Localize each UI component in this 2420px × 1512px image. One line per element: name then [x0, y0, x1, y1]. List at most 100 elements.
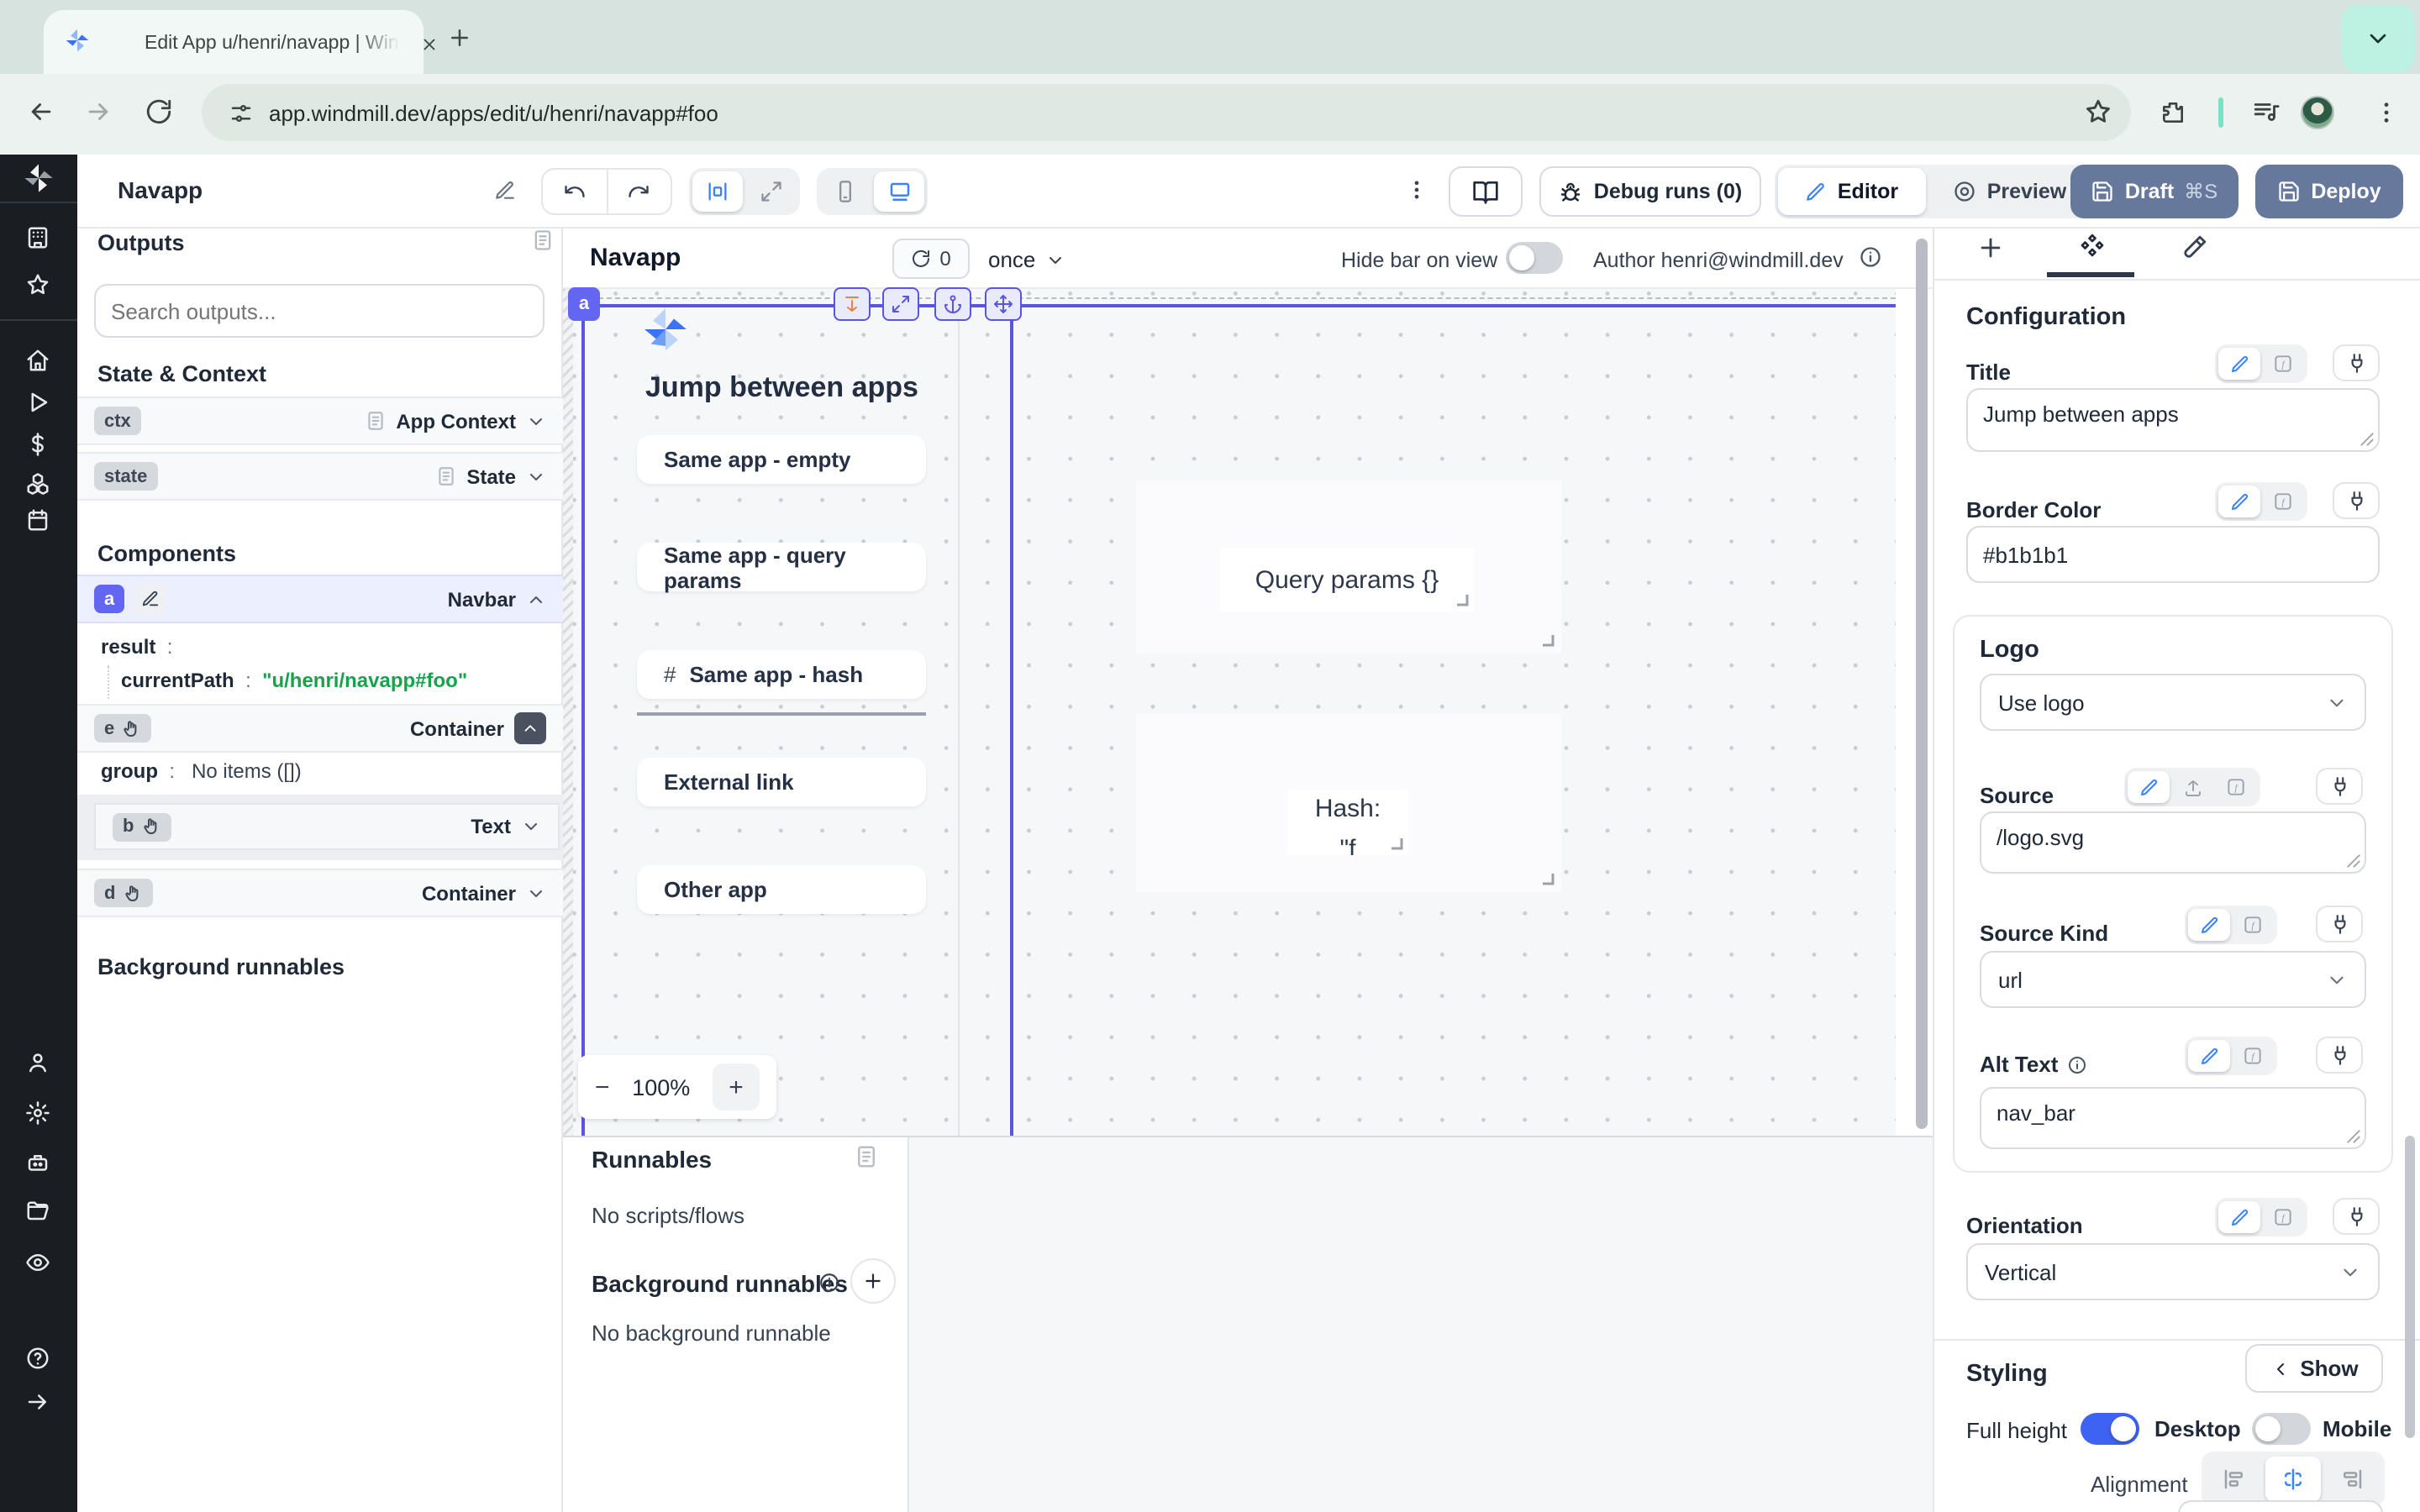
tab-preview[interactable]: Preview: [1929, 168, 2091, 215]
full-width-layout-toggle[interactable]: [746, 171, 797, 212]
tab-insert-plus-icon[interactable]: [1976, 234, 2005, 262]
mobile-preview-toggle[interactable]: [820, 171, 871, 212]
state-row[interactable]: state State: [77, 452, 563, 501]
styling-show-button[interactable]: Show: [2245, 1344, 2383, 1393]
align-center-icon[interactable]: [2265, 1457, 2321, 1502]
align-right-icon[interactable]: [2324, 1457, 2380, 1502]
collapse-chevron-up-icon[interactable]: [514, 712, 546, 744]
textarea-resize-icon[interactable]: [2346, 1129, 2361, 1144]
resize-corner-icon[interactable]: [1541, 872, 1555, 885]
chevron-down-icon[interactable]: [526, 466, 546, 486]
static-mode-pencil-icon[interactable]: [2218, 1201, 2260, 1233]
draft-button[interactable]: Draft ⌘S: [2070, 165, 2238, 218]
source-input[interactable]: /logo.svg: [1980, 811, 2366, 874]
hide-bar-toggle[interactable]: [1506, 242, 1563, 274]
resize-corner-icon[interactable]: [1390, 837, 1403, 850]
sidebar-item-variables[interactable]: [25, 432, 50, 457]
group-row[interactable]: group : No items ([]): [101, 759, 302, 783]
sidebar-item-workers[interactable]: [25, 1151, 50, 1176]
media-controls-icon[interactable]: [2252, 97, 2281, 126]
sidebar-item-help[interactable]: [25, 1346, 50, 1371]
canvas-resize-gutter[interactable]: [563, 289, 573, 1136]
sidebar-item-audit[interactable]: [25, 1250, 50, 1275]
result-key-row[interactable]: result :: [101, 635, 172, 659]
align-left-icon[interactable]: [2207, 1457, 2262, 1502]
expression-mode-fn-icon[interactable]: f: [2262, 348, 2304, 380]
resize-corner-icon[interactable]: [1455, 593, 1469, 606]
extensions-puzzle-icon[interactable]: [2160, 99, 2186, 126]
selection-right-rail[interactable]: [1010, 304, 1013, 1136]
use-logo-select[interactable]: Use logo: [1980, 674, 2366, 731]
sidebar-item-home[interactable]: [25, 348, 50, 373]
browser-tab[interactable]: Edit App u/henri/navapp | Win: [44, 10, 424, 74]
bookmark-star-icon[interactable]: [2084, 97, 2112, 126]
current-path-row[interactable]: currentPath : "u/henri/navapp#foo": [121, 669, 467, 692]
sidebar-item-runs[interactable]: [25, 390, 50, 415]
source-kind-connect-plug-icon[interactable]: [2316, 906, 2363, 942]
anchor-handle-icon[interactable]: [934, 287, 971, 321]
new-tab-button[interactable]: [447, 25, 472, 50]
component-row-container-d[interactable]: d Container: [77, 869, 563, 917]
browser-menu-kebab-icon[interactable]: [2373, 99, 2400, 126]
alt-text-input[interactable]: nav_bar: [1980, 1087, 2366, 1149]
static-mode-pencil-icon[interactable]: [2128, 771, 2170, 803]
resize-corner-icon[interactable]: [1541, 633, 1555, 647]
expression-mode-fn-icon[interactable]: f: [2262, 486, 2304, 517]
static-mode-pencil-icon[interactable]: [2188, 909, 2230, 941]
border-color-input[interactable]: [1966, 526, 2380, 583]
chevron-down-icon[interactable]: [526, 883, 546, 903]
expression-mode-fn-icon[interactable]: f: [2262, 1201, 2304, 1233]
expression-mode-fn-icon[interactable]: f: [2232, 909, 2274, 941]
zoom-out-button[interactable]: −: [595, 1073, 610, 1101]
orientation-select[interactable]: Vertical: [1966, 1243, 2380, 1300]
tab-styling-brush-icon[interactable]: [2180, 234, 2208, 262]
full-height-toggle[interactable]: [2081, 1413, 2139, 1445]
rename-pencil-icon[interactable]: [494, 180, 516, 202]
add-background-runnable-button[interactable]: [850, 1258, 896, 1304]
chevron-down-icon[interactable]: [526, 411, 546, 431]
deploy-button[interactable]: Deploy: [2255, 165, 2403, 218]
centered-layout-toggle[interactable]: [692, 171, 743, 212]
url-text[interactable]: app.windmill.dev/apps/edit/u/henri/navap…: [269, 101, 718, 126]
component-row-navbar[interactable]: a Navbar: [77, 575, 563, 623]
source-kind-select[interactable]: url: [1980, 951, 2366, 1008]
mobile-desktop-toggle[interactable]: [2252, 1413, 2311, 1445]
sidebar-item-users[interactable]: [25, 1050, 50, 1075]
textarea-resize-icon[interactable]: [2346, 853, 2361, 869]
component-row-container-e[interactable]: e Container: [77, 704, 563, 753]
static-mode-pencil-icon[interactable]: [2218, 486, 2260, 517]
info-icon[interactable]: [1859, 245, 1882, 269]
zoom-in-button[interactable]: +: [713, 1063, 760, 1110]
nav-button-external-link[interactable]: External link: [637, 758, 926, 806]
expression-mode-fn-icon[interactable]: f: [2232, 1040, 2274, 1072]
search-outputs-input[interactable]: [94, 284, 544, 338]
ctx-row[interactable]: ctx App Context: [77, 396, 563, 445]
redo-button[interactable]: [608, 170, 671, 213]
title-input[interactable]: Jump between apps: [1966, 388, 2380, 452]
info-icon[interactable]: [2066, 1054, 2086, 1074]
upload-icon[interactable]: [2171, 771, 2213, 803]
orientation-connect-plug-icon[interactable]: [2333, 1198, 2380, 1235]
refresh-count-button[interactable]: 0: [892, 239, 970, 279]
sidebar-item-resources[interactable]: [25, 472, 50, 497]
static-mode-pencil-icon[interactable]: [2218, 348, 2260, 380]
outputs-doc-icon[interactable]: [531, 228, 555, 252]
desktop-preview-toggle[interactable]: [874, 171, 924, 212]
title-connect-plug-icon[interactable]: [2333, 344, 2380, 381]
sidebar-item-apps[interactable]: [25, 225, 50, 250]
nav-button-same-app-hash[interactable]: # Same app - hash: [637, 650, 926, 699]
expression-mode-fn-icon[interactable]: f: [2215, 771, 2257, 803]
profile-avatar[interactable]: [2301, 96, 2334, 129]
tab-close-icon[interactable]: [420, 35, 439, 54]
query-params-text-component[interactable]: Query params {}: [1220, 548, 1474, 612]
reload-icon[interactable]: [145, 97, 173, 126]
nav-button-other-app[interactable]: Other app: [637, 865, 926, 914]
site-settings-icon[interactable]: [229, 101, 254, 126]
info-icon[interactable]: [818, 1272, 840, 1294]
sidebar-item-favorites[interactable]: [25, 272, 50, 297]
tab-editor[interactable]: Editor: [1778, 168, 1926, 215]
toolbar-kebab-icon[interactable]: [1405, 178, 1428, 202]
chevron-down-icon[interactable]: [521, 816, 541, 837]
canvas-scrollbar[interactable]: [1916, 239, 1928, 1129]
nav-button-same-app-query[interactable]: Same app - query params: [637, 543, 926, 591]
